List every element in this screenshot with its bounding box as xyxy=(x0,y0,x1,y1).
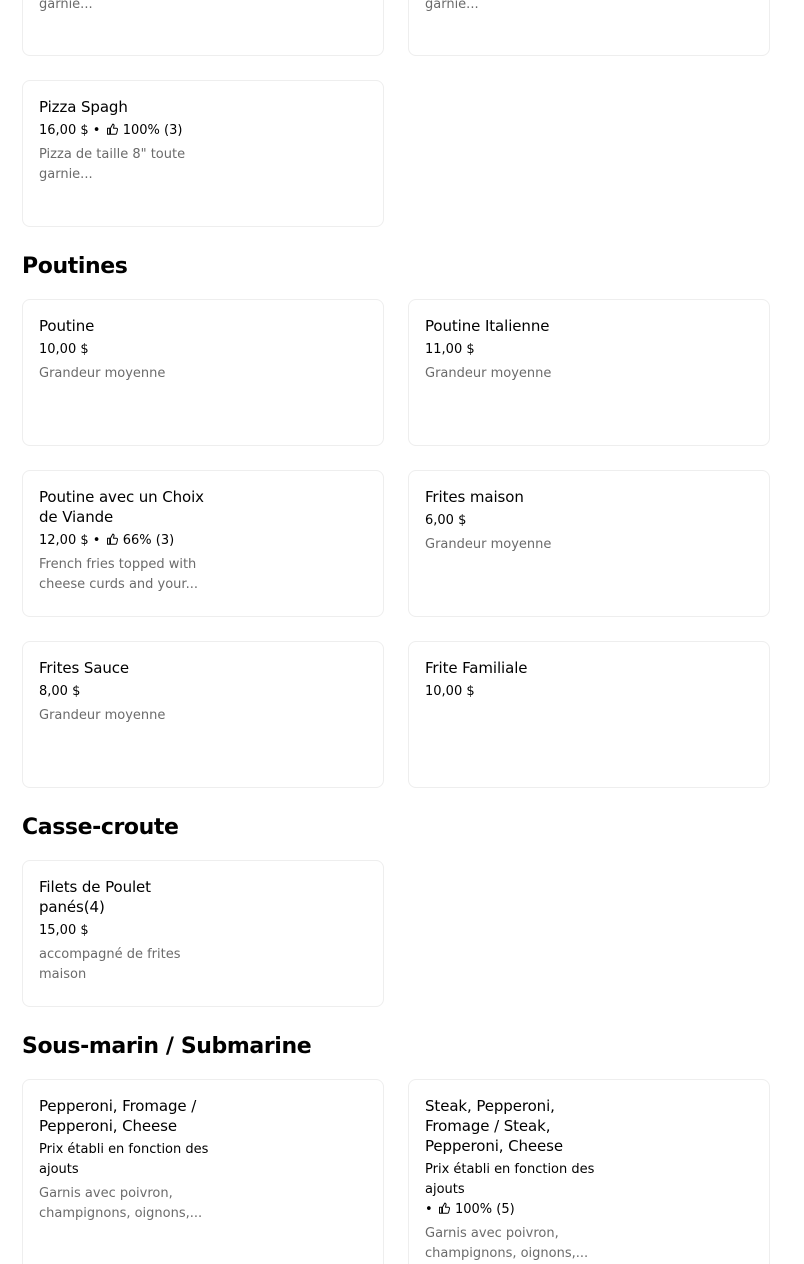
menu-item-card-steak-pepperoni-fromage[interactable]: Steak, Pepperoni, Fromage / Steak, Peppe… xyxy=(408,1079,770,1264)
name-line: Steak, Pepperoni, xyxy=(425,1097,555,1115)
description-line: cheese curds and your... xyxy=(39,577,198,592)
item-rating: 100% (3) xyxy=(122,123,183,138)
description-line: French fries topped with xyxy=(39,557,197,572)
item-price: Prix établi en fonction des ajouts xyxy=(425,1160,605,1200)
item-description: Garnis avec poivron, champignons, oignon… xyxy=(39,1184,219,1224)
item-rating: 100% (5) xyxy=(454,1202,515,1217)
item-price: Prix établi en fonction des ajouts xyxy=(39,1140,219,1180)
name-line: Pepperoni, Cheese xyxy=(425,1137,564,1155)
description-line: Pizza de taille 8" toute xyxy=(39,147,186,162)
item-name: Poutine avec un Choix de Viande xyxy=(39,487,219,527)
description-line: accompagné de frites xyxy=(39,947,181,962)
item-price: 11,00 $ xyxy=(425,342,475,357)
item-description: Grandeur moyenne xyxy=(39,708,166,723)
item-name: Steak, Pepperoni, Fromage / Steak, Peppe… xyxy=(425,1096,605,1156)
item-name: Pizza Spagh xyxy=(39,98,128,116)
thumbs-up-icon xyxy=(106,123,118,135)
menu-item-card-partial-left[interactable]: garnie... xyxy=(22,0,384,56)
item-description: French fries topped with cheese curds an… xyxy=(39,555,219,595)
item-description: Pizza de taille 8" toute garnie... xyxy=(39,145,219,185)
item-description: accompagné de frites maison xyxy=(39,945,219,985)
name-line: de Viande xyxy=(39,508,114,526)
item-price: 10,00 $ xyxy=(39,342,89,357)
name-line: Pepperoni, Cheese xyxy=(39,1117,178,1135)
section-title-poutines: Poutines xyxy=(22,254,128,279)
item-description: Grandeur moyenne xyxy=(425,366,552,381)
menu-item-card-poutine-italienne[interactable]: Poutine Italienne 11,00 $ Grandeur moyen… xyxy=(408,299,770,446)
description-line: champignons, oignons,... xyxy=(425,1246,589,1261)
item-price: 12,00 $ xyxy=(39,533,89,548)
menu-item-card-partial-right[interactable]: garnie... xyxy=(408,0,770,56)
menu-item-card-poutine[interactable]: Poutine 10,00 $ Grandeur moyenne xyxy=(22,299,384,446)
price-line: ajouts xyxy=(425,1182,465,1197)
menu-item-card-pizza-spagh[interactable]: Pizza Spagh 16,00 $ • 100% (3) Pizza de … xyxy=(22,80,384,227)
separator: • xyxy=(92,123,101,138)
item-price-rating: 12,00 $ • 66% (3) xyxy=(39,531,219,551)
item-description: Grandeur moyenne xyxy=(425,537,552,552)
item-price: 16,00 $ xyxy=(39,123,89,138)
description-line: maison xyxy=(39,967,87,982)
item-price-rating: 16,00 $ • 100% (3) xyxy=(39,121,219,141)
menu-item-card-pepperoni-fromage[interactable]: Pepperoni, Fromage / Pepperoni, Cheese P… xyxy=(22,1079,384,1264)
menu-item-card-frites-sauce[interactable]: Frites Sauce 8,00 $ Grandeur moyenne xyxy=(22,641,384,788)
price-line: Prix établi en fonction des xyxy=(39,1142,209,1157)
thumbs-up-icon xyxy=(106,533,118,545)
separator: • xyxy=(92,533,101,548)
description-line: Garnis avec poivron, xyxy=(39,1186,173,1201)
item-price: 15,00 $ xyxy=(39,923,89,938)
item-description: garnie... xyxy=(39,0,93,12)
item-description: Grandeur moyenne xyxy=(39,366,166,381)
item-price: 6,00 $ xyxy=(425,513,467,528)
item-name: Frite Familiale xyxy=(425,659,528,677)
menu-item-card-poutine-choix-viande[interactable]: Poutine avec un Choix de Viande 12,00 $ … xyxy=(22,470,384,617)
item-name: Pepperoni, Fromage / Pepperoni, Cheese xyxy=(39,1096,219,1136)
section-title-casse-croute: Casse-croute xyxy=(22,815,179,840)
item-name: Frites maison xyxy=(425,488,524,506)
separator: • xyxy=(425,1202,433,1217)
price-line: ajouts xyxy=(39,1162,79,1177)
item-name: Poutine Italienne xyxy=(425,317,550,335)
section-title-sous-marin: Sous-marin / Submarine xyxy=(22,1034,312,1059)
menu-item-card-filets-poulet[interactable]: Filets de Poulet panés(4) 15,00 $ accomp… xyxy=(22,860,384,1007)
description-line: Garnis avec poivron, xyxy=(425,1226,559,1241)
description-line: champignons, oignons,... xyxy=(39,1206,203,1221)
item-rating: 66% (3) xyxy=(122,533,175,548)
name-line: Poutine avec un Choix xyxy=(39,488,204,506)
description-line: garnie... xyxy=(39,167,93,182)
price-line: Prix établi en fonction des xyxy=(425,1162,595,1177)
name-line: Fromage / Steak, xyxy=(425,1117,551,1135)
item-rating-row: • 100% (5) xyxy=(425,1200,605,1220)
name-line: panés(4) xyxy=(39,898,105,916)
item-price: 8,00 $ xyxy=(39,684,81,699)
menu-item-card-frite-familiale[interactable]: Frite Familiale 10,00 $ xyxy=(408,641,770,788)
menu-item-card-frites-maison[interactable]: Frites maison 6,00 $ Grandeur moyenne xyxy=(408,470,770,617)
item-name: Frites Sauce xyxy=(39,659,130,677)
item-name: Poutine xyxy=(39,317,95,335)
thumbs-up-icon xyxy=(438,1202,450,1214)
item-description: garnie... xyxy=(425,0,479,12)
name-line: Pepperoni, Fromage / xyxy=(39,1097,197,1115)
item-name: Filets de Poulet panés(4) xyxy=(39,877,219,917)
item-price: 10,00 $ xyxy=(425,684,475,699)
name-line: Filets de Poulet xyxy=(39,878,151,896)
item-description: Garnis avec poivron, champignons, oignon… xyxy=(425,1224,605,1264)
